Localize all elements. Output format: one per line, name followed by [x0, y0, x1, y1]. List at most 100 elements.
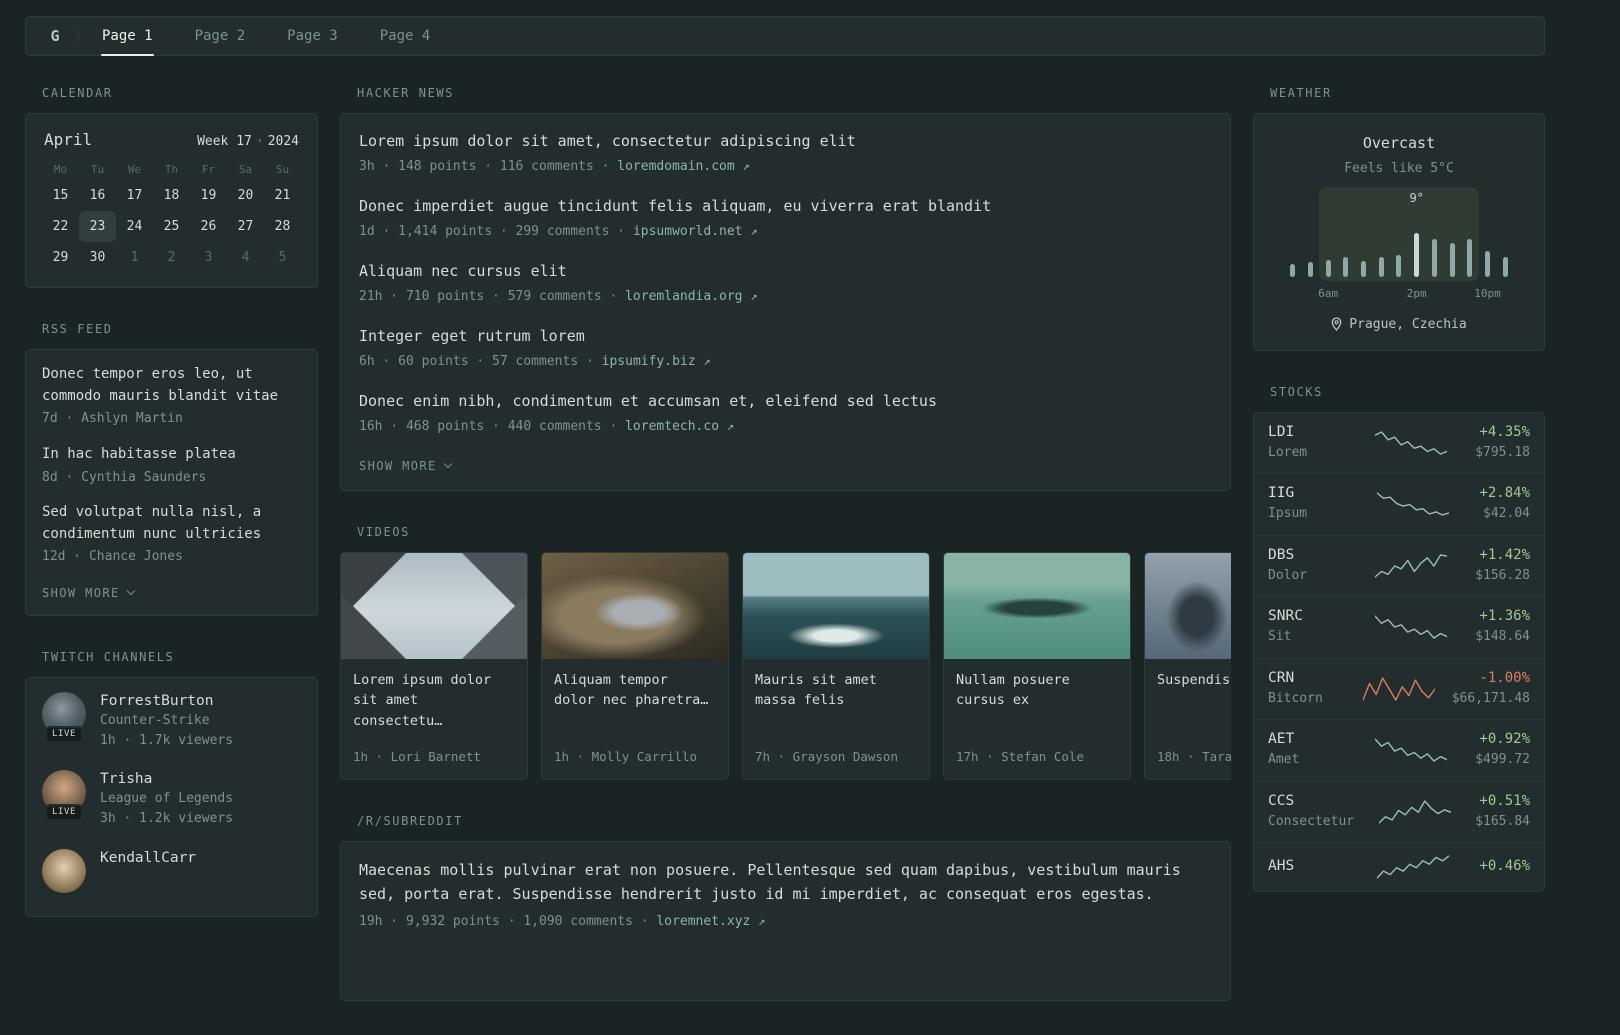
hn-story-domain-link[interactable]: loremdomain.com ↗ — [617, 159, 749, 174]
calendar-day: 3 — [204, 250, 213, 265]
calendar-day: 29 — [52, 250, 69, 265]
stock-id: SNRC Sit — [1268, 608, 1346, 647]
weather-bar — [1414, 232, 1420, 277]
hn-story: Integer eget rutrum lorem 6h · 60 points … — [359, 325, 1212, 371]
weather-bar-cell — [1461, 213, 1479, 277]
hn-story-title[interactable]: Lorem ipsum dolor sit amet, consectetur … — [359, 130, 1212, 153]
video-title: Suspendis diam — [1157, 672, 1231, 688]
video-card[interactable]: Mauris sit amet massa felis 7h · Grayson … — [742, 552, 930, 780]
video-card[interactable]: Suspendis diam 18h · Tara — [1144, 552, 1231, 780]
stock-row[interactable]: AHS +0.46% — [1254, 842, 1544, 891]
weather-bar — [1325, 259, 1331, 277]
hackernews-show-more-button[interactable]: SHOW MORE — [359, 459, 452, 473]
weather-bar-cell — [1302, 213, 1320, 277]
videos-widget-title: VIDEOS — [357, 525, 410, 539]
rss-item-title[interactable]: Donec tempor eros leo, ut commodo mauris… — [42, 364, 301, 407]
stock-values: +1.36% $148.64 — [1475, 608, 1530, 647]
stock-values: +0.46% — [1479, 858, 1530, 877]
stock-row[interactable]: CCS Consectetur +0.51% $165.84 — [1254, 780, 1544, 843]
stock-row[interactable]: SNRC Sit +1.36% $148.64 — [1254, 596, 1544, 658]
twitch-channel-name[interactable]: KendallCarr — [100, 850, 196, 866]
twitch-channel-row: KendallCarr — [42, 848, 301, 893]
hn-story-title[interactable]: Donec enim nibh, condimentum et accumsan… — [359, 390, 1212, 413]
rss-item-title[interactable]: In hac habitasse platea — [42, 444, 301, 466]
stock-symbol: CRN — [1268, 669, 1295, 686]
hn-story: Lorem ipsum dolor sit amet, consectetur … — [359, 130, 1212, 176]
rss-list: Donec tempor eros leo, ut commodo mauris… — [42, 364, 301, 567]
external-link-icon: ↗ — [742, 158, 750, 173]
twitch-channel-row: LIVE ForrestBurton Counter-Strike 1h · 1.7k… — [42, 691, 301, 751]
weather-bar — [1431, 239, 1437, 277]
rss-item-meta: 12d · Chance Jones — [42, 549, 183, 565]
rss-item: Donec tempor eros leo, ut commodo mauris… — [42, 364, 301, 429]
stock-row[interactable]: IIG Ipsum +2.84% $42.04 — [1254, 473, 1544, 535]
stock-id: IIG Ipsum — [1268, 485, 1346, 524]
hn-story-domain-link[interactable]: loremtech.co ↗ — [625, 419, 734, 434]
video-thumbnail — [944, 553, 1130, 659]
stock-row[interactable]: LDI Lorem +4.35% $795.18 — [1254, 413, 1544, 474]
stock-values: +0.51% $165.84 — [1475, 793, 1530, 832]
stock-name: Amet — [1268, 752, 1300, 767]
stock-name: Ipsum — [1268, 506, 1308, 521]
video-card[interactable]: Nullam posuere cursus ex 17h · Stefan Col… — [943, 552, 1131, 780]
hn-story-domain-link[interactable]: ipsumify.biz ↗ — [602, 354, 711, 369]
twitch-channel-game[interactable]: League of Legends — [100, 791, 233, 806]
weather-bar-cell — [1372, 213, 1390, 277]
calendar-day: 20 — [237, 188, 254, 203]
twitch-channel-game[interactable]: Counter-Strike — [100, 713, 233, 728]
tab-page-4[interactable]: Page 4 — [359, 17, 452, 55]
chevron-down-icon — [443, 459, 452, 469]
stock-sparkline-chart — [1374, 738, 1447, 762]
hn-story-title[interactable]: Aliquam nec cursus elit — [359, 260, 1212, 283]
hn-story-title[interactable]: Integer eget rutrum lorem — [359, 325, 1212, 348]
calendar-week-year: Week 17 · 2024 — [197, 134, 299, 149]
calendar-widget: CALENDAR April Week 17 · 2024 Mo Tu We Th Fr Sa… — [25, 86, 318, 288]
hn-story: Donec imperdiet augue tincidunt felis al… — [359, 195, 1212, 241]
stock-price: $148.64 — [1475, 629, 1530, 644]
stock-row[interactable]: AET Amet +0.92% $499.72 — [1254, 719, 1544, 781]
stock-sparkline-chart — [1374, 431, 1447, 455]
weather-bar — [1361, 261, 1367, 277]
twitch-channel-name[interactable]: Trisha — [100, 771, 233, 787]
stock-row[interactable]: CRN Bitcorn -1.00% $66,171.48 — [1254, 657, 1544, 720]
video-card-body: Lorem ipsum dolor sit amet consectetu… 1h… — [341, 659, 527, 779]
twitch-channel-name[interactable]: ForrestBurton — [100, 693, 233, 709]
middle-column: HACKER NEWS Lorem ipsum dolor sit amet, … — [340, 86, 1231, 1035]
stock-change: +0.51% — [1479, 792, 1530, 809]
hn-story-domain-link[interactable]: ipsumworld.net ↗ — [633, 224, 758, 239]
tab-page-3[interactable]: Page 3 — [266, 17, 359, 55]
hn-story-domain-link[interactable]: loremlandia.org ↗ — [625, 289, 757, 304]
weather-bars — [1284, 213, 1514, 277]
tab-page-1[interactable]: Page 1 — [81, 17, 174, 56]
video-card[interactable]: Lorem ipsum dolor sit amet consectetu… 1h… — [340, 552, 528, 780]
rss-show-more-button[interactable]: SHOW MORE — [42, 586, 135, 600]
stock-sparkline — [1354, 553, 1467, 579]
external-link-icon: ↗ — [726, 418, 735, 433]
stock-symbol: SNRC — [1268, 608, 1303, 624]
stock-values: +1.42% $156.28 — [1475, 547, 1530, 586]
stocks-card: LDI Lorem +4.35% $795.18 IIG Ipsum +2.84% $42.0… — [1253, 411, 1545, 892]
rss-item-title[interactable]: Sed volutpat nulla nisl, a condimentum n… — [42, 502, 301, 545]
video-thumbnail — [743, 553, 929, 659]
video-meta: 7h · Grayson Dawson — [755, 749, 898, 765]
weather-hourly-chart: 9° — [1284, 186, 1514, 281]
tab-page-2[interactable]: Page 2 — [174, 17, 267, 55]
twitch-channel-info: Trisha League of Legends 3h · 1.2k viewers — [100, 770, 233, 829]
twitch-channel-info: KendallCarr — [100, 849, 196, 893]
calendar-week-label: Week 17 — [197, 134, 252, 149]
hn-story-meta: 3h · 148 points · 116 comments · loremdo… — [359, 158, 750, 174]
weather-location-row[interactable]: Prague, Czechia — [1270, 317, 1528, 332]
subreddit-post-title[interactable]: Maecenas mollis pulvinar erat non posuer… — [359, 858, 1212, 906]
video-card[interactable]: Aliquam tempor dolor nec pharetra… 1h · M… — [541, 552, 729, 780]
stock-row[interactable]: DBS Dolor +1.42% $156.28 — [1254, 534, 1544, 597]
stock-symbol: LDI — [1268, 423, 1295, 440]
app-logo[interactable]: G — [32, 17, 78, 55]
stock-symbol: AET — [1268, 731, 1295, 747]
stock-id: DBS Dolor — [1268, 547, 1346, 586]
hn-story-title[interactable]: Donec imperdiet augue tincidunt felis al… — [359, 195, 1212, 218]
weather-widget-title: WEATHER — [1270, 86, 1332, 100]
calendar-day: 1 — [130, 250, 139, 265]
subreddit-post-domain-link[interactable]: loremnet.xyz ↗ — [656, 914, 765, 929]
stock-symbol: IIG — [1268, 485, 1295, 501]
weather-time-labels: 6am 2pm 10pm — [1284, 287, 1514, 303]
